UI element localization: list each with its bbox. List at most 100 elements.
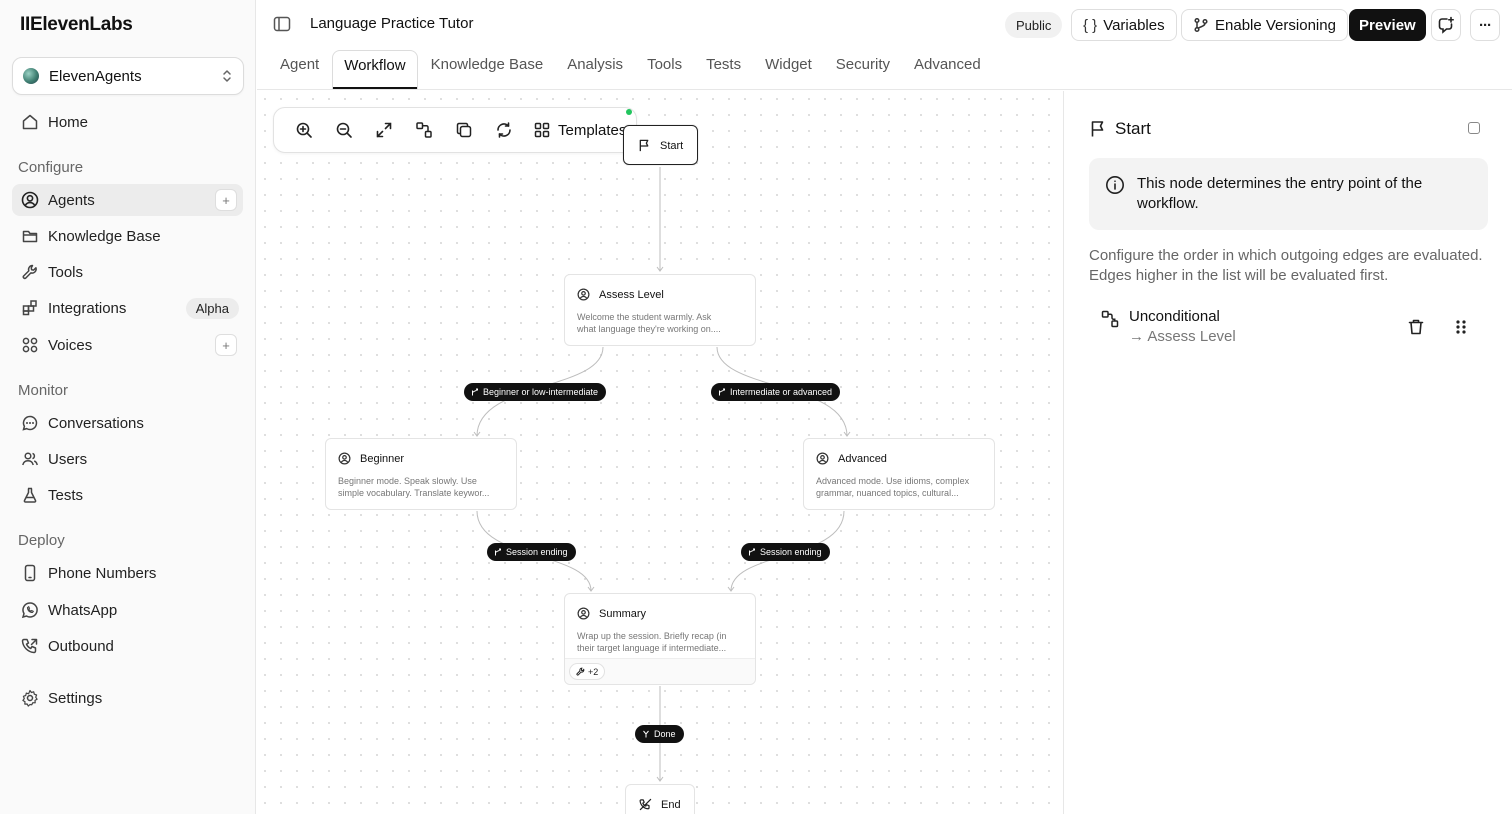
tab-tests[interactable]: Tests xyxy=(695,50,752,89)
node-summary[interactable]: Summary Wrap up the session. Briefly rec… xyxy=(564,593,756,685)
agent-node-icon xyxy=(338,452,352,466)
workspace-name: ElevenAgents xyxy=(49,67,142,85)
tab-analysis[interactable]: Analysis xyxy=(556,50,634,89)
zoom-in-icon xyxy=(296,122,312,138)
branch-icon xyxy=(471,388,479,396)
grid-icon xyxy=(534,122,550,138)
section-label-configure: Configure xyxy=(18,159,84,176)
node-assess-level[interactable]: Assess Level Welcome the student warmly.… xyxy=(564,274,756,346)
section-label-deploy: Deploy xyxy=(18,532,65,549)
zoom-in-button[interactable] xyxy=(284,114,324,146)
node-beginner[interactable]: Beginner Beginner mode. Speak slowly. Us… xyxy=(325,438,517,510)
chevron-up-down-icon xyxy=(221,69,233,83)
sidebar-item-label: Users xyxy=(48,450,88,468)
add-voice-button[interactable]: + xyxy=(215,334,237,356)
alpha-badge: Alpha xyxy=(185,297,239,319)
sidebar-item-whatsapp[interactable]: WhatsApp xyxy=(12,594,243,626)
sidebar-toggle-icon[interactable] xyxy=(273,15,291,33)
braces-icon: { } xyxy=(1083,16,1098,34)
node-end[interactable]: End xyxy=(625,784,695,814)
public-badge[interactable]: Public xyxy=(1005,12,1063,38)
tab-widget[interactable]: Widget xyxy=(754,50,823,89)
sidebar-item-knowledge-base[interactable]: Knowledge Base xyxy=(12,220,243,252)
sidebar: IIElevenLabs ElevenAgents Home Configure… xyxy=(0,0,256,814)
wrench-icon xyxy=(20,262,40,282)
wrench-icon xyxy=(576,667,585,676)
edge-label-advanced[interactable]: Intermediate or advanced xyxy=(711,383,841,401)
sidebar-item-integrations[interactable]: Integrations Alpha xyxy=(12,292,243,324)
tab-agent[interactable]: Agent xyxy=(269,50,330,89)
enable-versioning-button[interactable]: Enable Versioning xyxy=(1181,9,1348,41)
sidebar-item-settings[interactable]: Settings xyxy=(12,682,243,714)
node-description: Beginner mode. Speak slowly. Use simple v… xyxy=(338,476,490,498)
layout-icon xyxy=(416,122,432,138)
elevenlabs-logo[interactable]: IIElevenLabs xyxy=(20,14,133,36)
flag-icon xyxy=(638,139,652,153)
sidebar-item-home[interactable]: Home xyxy=(12,106,243,138)
canvas-toolbar: Templates xyxy=(273,107,637,153)
sidebar-item-agents[interactable]: Agents + xyxy=(12,184,243,216)
tab-knowledge-base[interactable]: Knowledge Base xyxy=(420,50,555,89)
node-tools-chip[interactable]: +2 xyxy=(569,663,606,680)
sidebar-item-voices[interactable]: Voices + xyxy=(12,329,243,361)
zoom-out-button[interactable] xyxy=(324,114,364,146)
fit-view-button[interactable] xyxy=(364,114,404,146)
tab-advanced[interactable]: Advanced xyxy=(903,50,992,89)
auto-layout-button[interactable] xyxy=(404,114,444,146)
panel-description: Configure the order in which outgoing ed… xyxy=(1089,247,1483,284)
tab-security[interactable]: Security xyxy=(825,50,901,89)
zoom-out-icon xyxy=(336,122,352,138)
edge-route-icon xyxy=(1101,310,1119,328)
more-horizontal-icon: ··· xyxy=(1479,16,1492,34)
workflow-canvas[interactable]: Templates Start Assess Level Welcome the… xyxy=(257,91,1064,814)
users-icon xyxy=(20,449,40,469)
edge-label-session-ending-left[interactable]: Session ending xyxy=(487,543,576,561)
node-settings-panel: Start This node determines the entry poi… xyxy=(1065,91,1512,814)
copy-icon xyxy=(456,122,472,138)
workspace-switcher[interactable]: ElevenAgents xyxy=(12,57,244,95)
node-start[interactable]: Start xyxy=(623,125,698,165)
sidebar-item-conversations[interactable]: Conversations xyxy=(12,407,243,439)
sidebar-item-label: Agents xyxy=(48,191,95,209)
user-circle-icon xyxy=(20,190,40,210)
duplicate-button[interactable] xyxy=(444,114,484,146)
templates-button[interactable]: Templates xyxy=(534,122,626,139)
node-advanced[interactable]: Advanced Advanced mode. Use idioms, comp… xyxy=(803,438,995,510)
branch-icon xyxy=(494,548,502,556)
tab-workflow[interactable]: Workflow xyxy=(332,50,418,89)
sidebar-item-label: Tools xyxy=(48,263,84,281)
new-chat-button[interactable] xyxy=(1431,9,1461,41)
sidebar-item-tests[interactable]: Tests xyxy=(12,479,243,511)
sidebar-item-tools[interactable]: Tools xyxy=(12,256,243,288)
git-branch-icon xyxy=(1193,17,1209,33)
node-title: Advanced xyxy=(838,453,887,465)
sidebar-item-phone-numbers[interactable]: Phone Numbers xyxy=(12,557,243,589)
tab-tools[interactable]: Tools xyxy=(636,50,693,89)
add-agent-button[interactable]: + xyxy=(215,189,237,211)
panel-header: Start xyxy=(1089,119,1151,139)
edge-order-row[interactable]: Unconditional → Assess Level xyxy=(1101,308,1481,348)
sidebar-item-label: Knowledge Base xyxy=(48,227,161,245)
more-options-button[interactable]: ··· xyxy=(1470,9,1500,41)
edge-label-beginner[interactable]: Beginner or low-intermediate xyxy=(464,383,607,401)
edge-label-done[interactable]: Done xyxy=(635,725,684,743)
refresh-button[interactable] xyxy=(484,114,524,146)
sidebar-item-label: Home xyxy=(48,113,89,131)
drag-handle-icon[interactable] xyxy=(1454,319,1468,335)
delete-edge-icon[interactable] xyxy=(1407,318,1425,336)
collapse-panel-icon[interactable] xyxy=(1468,122,1480,134)
edge-label-session-ending-right[interactable]: Session ending xyxy=(741,543,830,561)
node-title: End xyxy=(661,799,681,811)
chat-plus-icon xyxy=(1437,16,1455,34)
agent-node-icon xyxy=(577,288,591,302)
preview-button[interactable]: Preview xyxy=(1349,9,1426,41)
sidebar-item-users[interactable]: Users xyxy=(12,443,243,475)
edge-condition-name: Unconditional xyxy=(1129,308,1220,325)
sidebar-item-outbound[interactable]: Outbound xyxy=(12,630,243,662)
node-description: Advanced mode. Use idioms, complex gramma… xyxy=(816,476,970,498)
variables-button[interactable]: { } Variables xyxy=(1071,9,1177,41)
sidebar-item-label: WhatsApp xyxy=(48,601,118,619)
agent-node-icon xyxy=(816,452,830,466)
refresh-icon xyxy=(497,122,511,138)
gear-icon xyxy=(20,688,40,708)
